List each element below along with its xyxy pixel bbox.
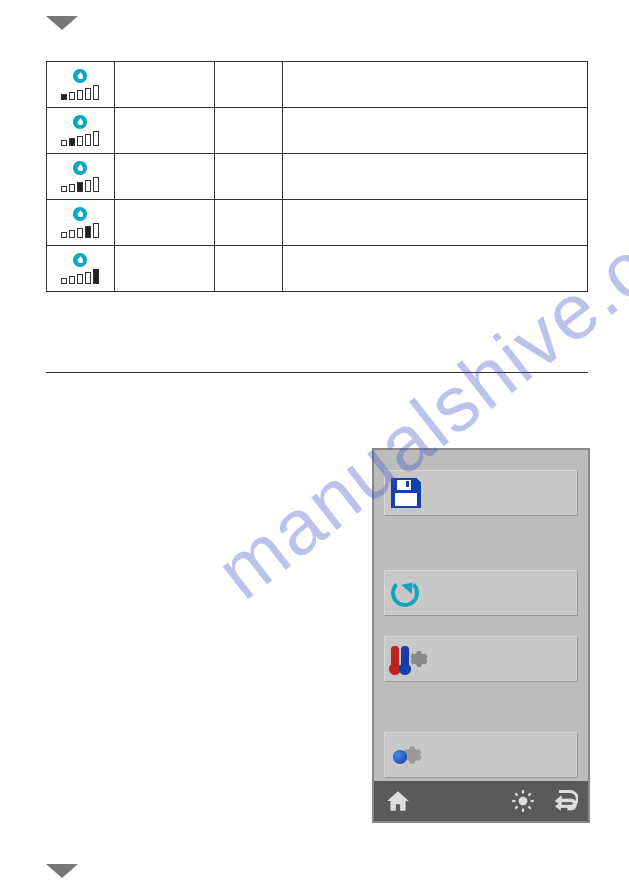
brightness-icon[interactable] (510, 788, 536, 814)
general-settings-button[interactable] (384, 732, 578, 778)
signal-bars-icon (61, 223, 99, 238)
refresh-power-icon (391, 579, 419, 607)
power-level-icon (47, 66, 114, 103)
navigation-bar (374, 781, 588, 821)
table-row (47, 200, 588, 246)
flame-icon (73, 161, 87, 175)
chevron-down-icon (46, 16, 78, 30)
signal-bars-icon (61, 269, 99, 284)
flame-icon (73, 253, 87, 267)
save-button[interactable] (384, 470, 578, 516)
table-row (47, 62, 588, 108)
table-row (47, 154, 588, 200)
power-level-icon (47, 112, 114, 149)
back-icon[interactable] (550, 787, 578, 815)
table-row (47, 108, 588, 154)
flame-icon (73, 115, 87, 129)
restart-button[interactable] (384, 570, 578, 616)
settings-panel (372, 448, 590, 823)
temperature-settings-button[interactable] (384, 636, 578, 682)
power-level-icon (47, 250, 114, 287)
power-level-icon (47, 204, 114, 241)
gear-dot-icon (391, 740, 421, 770)
table-row (47, 246, 588, 292)
section-divider (46, 372, 588, 373)
flame-icon (73, 69, 87, 83)
signal-bars-icon (61, 177, 99, 192)
power-level-icon (47, 158, 114, 195)
home-icon[interactable] (384, 788, 412, 814)
power-level-table (46, 61, 588, 292)
signal-bars-icon (61, 85, 99, 100)
chevron-down-icon (46, 864, 78, 878)
floppy-save-icon (391, 478, 421, 508)
signal-bars-icon (61, 131, 99, 146)
thermometer-settings-icon (391, 643, 427, 675)
flame-icon (73, 207, 87, 221)
